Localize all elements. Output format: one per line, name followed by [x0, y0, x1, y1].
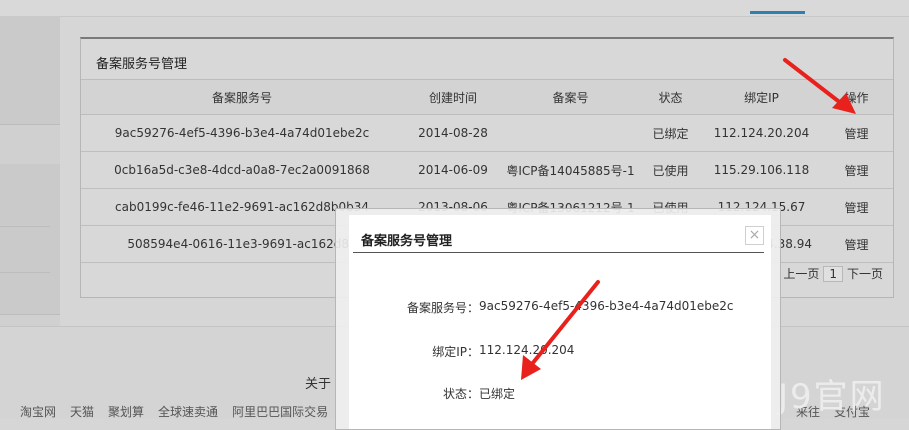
- annotation-arrows: [521, 58, 856, 380]
- arrow-to-manage-icon: [783, 58, 856, 114]
- arrow-to-status-icon: [521, 280, 600, 380]
